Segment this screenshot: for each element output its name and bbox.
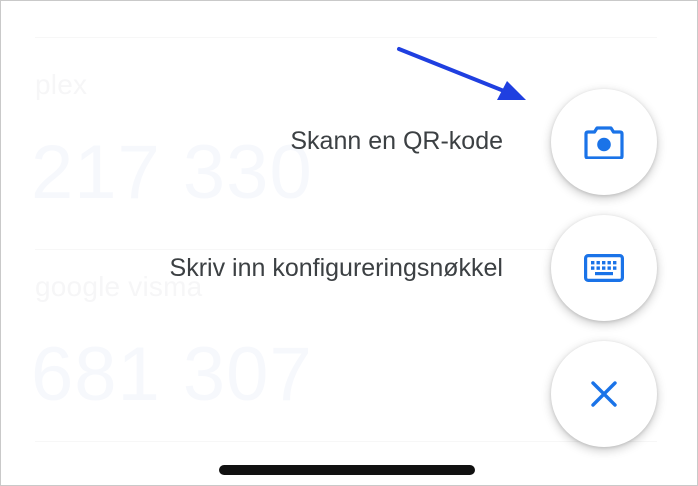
home-indicator[interactable]	[219, 465, 475, 475]
app-screen: plex 217 330 google visma 681 307 Skann …	[0, 0, 698, 486]
annotation-arrow	[397, 47, 526, 100]
